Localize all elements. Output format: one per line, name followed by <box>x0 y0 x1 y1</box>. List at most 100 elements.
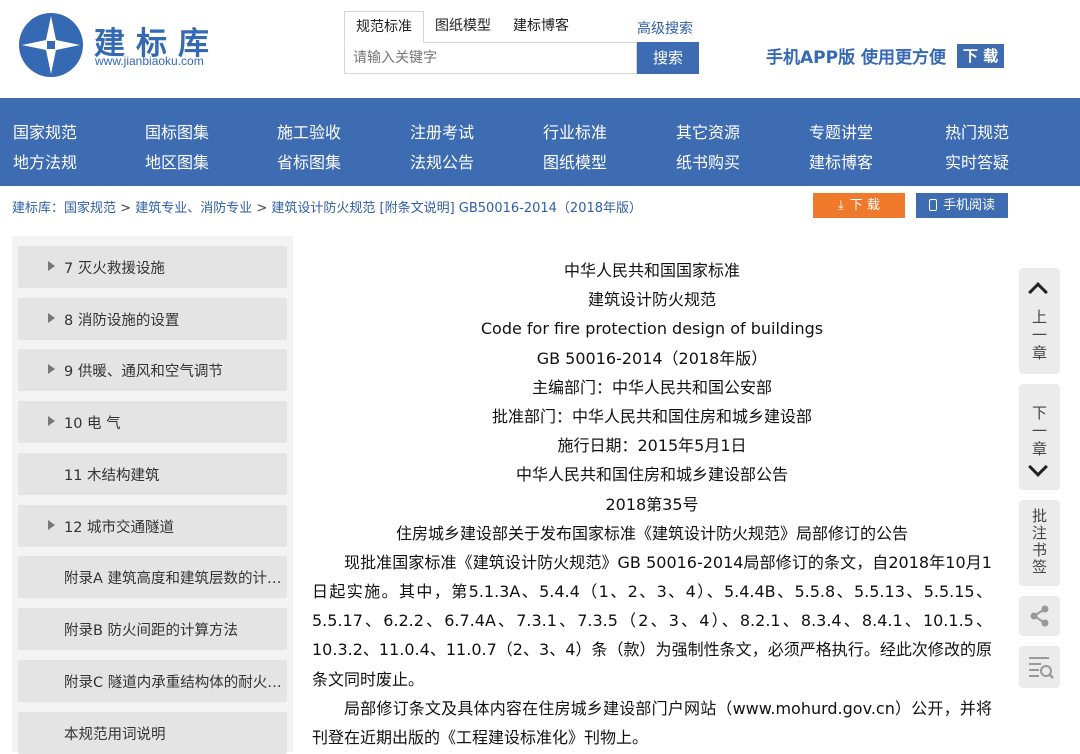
prev-chapter-char: 一 <box>1031 326 1047 344</box>
advanced-search-link[interactable]: 高级搜索 <box>637 18 693 38</box>
nav-item-provincial-atlas[interactable]: 省标图集 <box>277 149 341 173</box>
sidebar-item-appendix-a[interactable]: 附录A 建筑高度和建筑层数的计算方法 <box>18 556 287 598</box>
doc-announcement-title: 住房城乡建设部关于发布国家标准《建筑设计防火规范》局部修订的公告 <box>395 523 908 543</box>
prev-chapter-char: 上 <box>1031 308 1047 326</box>
chevron-up-icon <box>1028 282 1048 302</box>
bookmark-char: 批 <box>1031 507 1047 525</box>
nav-item-popular-codes[interactable]: 热门规范 <box>945 119 1009 143</box>
doc-title: 建筑设计防火规范 <box>587 290 716 310</box>
nav-item-construction-acceptance[interactable]: 施工验收 <box>277 119 341 143</box>
doc-title-english: Code for fire protection design of build… <box>480 319 824 339</box>
expand-triangle-icon <box>48 261 55 271</box>
mobile-read-button[interactable]: 手机阅读 <box>916 193 1008 218</box>
sidebar-item-terminology[interactable]: 本规范用词说明 <box>18 712 287 754</box>
sidebar-item-label: 附录C 隧道内承重结构体的耐火极限试验升温曲线和相应的判定标准 <box>64 675 282 691</box>
prev-chapter-label: 上 一 章 <box>1019 308 1060 362</box>
next-chapter-label: 下 一 章 <box>1019 404 1060 458</box>
expand-triangle-icon <box>48 313 55 323</box>
bookmark-char: 注 <box>1031 524 1047 542</box>
site-header: 建标库 www.jianbiaoku.com 规范标准 图纸模型 建标博客 高级… <box>0 0 1080 98</box>
search-tabs: 规范标准 图纸模型 建标博客 <box>344 11 580 43</box>
breadcrumb-current[interactable]: 建筑设计防火规范 [附条文说明] GB50016-2014（2018年版） <box>271 201 642 216</box>
breadcrumb-item[interactable]: 建筑专业、消防专业 <box>135 201 252 216</box>
nav-item-regional-atlas[interactable]: 地区图集 <box>145 149 209 173</box>
logo-mark-icon <box>19 13 83 77</box>
nav-item-industry-standards[interactable]: 行业标准 <box>543 119 607 143</box>
sidebar-item-chapter-11[interactable]: 11 木结构建筑 <box>18 453 287 495</box>
sidebar-item-chapter-9[interactable]: 9 供暖、通风和空气调节 <box>18 349 287 391</box>
share-icon <box>1030 605 1049 627</box>
sidebar-item-chapter-10[interactable]: 10 电 气 <box>18 401 287 443</box>
main-nav: 国家规范 国标图集 施工验收 注册考试 行业标准 其它资源 专题讲堂 热门规范 … <box>0 98 1080 186</box>
nav-item-regulation-notices[interactable]: 法规公告 <box>410 149 474 173</box>
nav-item-national-codes[interactable]: 国家规范 <box>13 119 77 143</box>
prev-chapter-char: 章 <box>1031 344 1047 362</box>
doc-line-standard-type: 中华人民共和国国家标准 <box>563 261 740 280</box>
find-in-page-icon <box>1029 657 1054 679</box>
sidebar-item-appendix-b[interactable]: 附录B 防火间距的计算方法 <box>18 608 287 650</box>
bookmark-button[interactable]: 批 注 书 签 <box>1019 500 1060 586</box>
site-logo[interactable]: 建标库 www.jianbiaoku.com <box>18 10 228 80</box>
sidebar-item-label: 8 消防设施的设置 <box>64 313 180 329</box>
nav-item-lectures[interactable]: 专题讲堂 <box>809 119 873 143</box>
search-input[interactable] <box>344 42 637 74</box>
sidebar-item-chapter-7[interactable]: 7 灭火救援设施 <box>18 246 287 288</box>
breadcrumb-separator: > <box>116 201 136 216</box>
search-tab-drawings[interactable]: 图纸模型 <box>424 11 502 43</box>
expand-triangle-icon <box>48 520 55 530</box>
sidebar-item-appendix-c[interactable]: 附录C 隧道内承重结构体的耐火极限试验升温曲线和相应的判定标准 <box>18 660 287 702</box>
nav-item-drawing-models[interactable]: 图纸模型 <box>543 149 607 173</box>
search-tab-blog[interactable]: 建标博客 <box>502 11 580 43</box>
bookmark-label: 批 注 书 签 <box>1019 508 1060 576</box>
phone-icon <box>928 199 937 211</box>
nav-item-other-resources[interactable]: 其它资源 <box>676 119 740 143</box>
bookmark-char: 签 <box>1031 558 1047 576</box>
nav-item-blog[interactable]: 建标博客 <box>809 149 873 173</box>
chevron-down-icon <box>1028 457 1048 477</box>
nav-item-national-atlas[interactable]: 国标图集 <box>145 119 209 143</box>
sidebar-item-label: 本规范用词说明 <box>64 727 166 743</box>
doc-effective-date: 施行日期：2015年5月1日 <box>557 436 747 456</box>
search-button[interactable]: 搜索 <box>637 42 699 74</box>
breadcrumb-home[interactable]: 建标库： <box>12 201 64 216</box>
prev-chapter-button[interactable]: 上 一 章 <box>1019 268 1060 374</box>
share-button[interactable] <box>1019 596 1060 636</box>
breadcrumb: 建标库：国家规范 > 建筑专业、消防专业 > 建筑设计防火规范 [附条文说明] … <box>12 197 642 216</box>
next-chapter-char: 下 <box>1031 404 1047 422</box>
next-chapter-char: 一 <box>1031 422 1047 440</box>
breadcrumb-item[interactable]: 国家规范 <box>64 201 116 216</box>
doc-announcement-issuer: 中华人民共和国住房和城乡建设部公告 <box>515 465 788 485</box>
expand-triangle-icon <box>48 416 55 426</box>
app-download-button[interactable]: 下 载 <box>957 44 1004 68</box>
bookmark-char: 书 <box>1031 541 1047 559</box>
nav-item-live-qa[interactable]: 实时答疑 <box>945 149 1009 173</box>
sidebar-item-label: 12 城市交通隧道 <box>64 520 175 536</box>
next-chapter-char: 章 <box>1031 440 1047 458</box>
sidebar-item-chapter-8[interactable]: 8 消防设施的设置 <box>18 298 287 340</box>
sidebar-item-label: 附录B 防火间距的计算方法 <box>64 623 239 639</box>
nav-item-local-regulations[interactable]: 地方法规 <box>13 149 77 173</box>
breadcrumb-separator: > <box>252 201 272 216</box>
doc-announcement-number: 2018第35号 <box>605 494 699 514</box>
search-tab-standards[interactable]: 规范标准 <box>344 11 424 43</box>
chapter-sidebar: 7 灭火救援设施 8 消防设施的设置 9 供暖、通风和空气调节 10 电 气 1… <box>12 236 293 754</box>
expand-triangle-icon <box>48 364 55 374</box>
doc-paragraph: 现批准国家标准《建筑设计防火规范》GB 50016-2014局部修订的条文，自2… <box>312 552 992 689</box>
find-in-page-button[interactable] <box>1019 646 1060 688</box>
doc-paragraph: 局部修订条文及具体内容在住房城乡建设部门户网站（www.mohurd.gov.c… <box>312 698 992 748</box>
doc-chief-editor: 主编部门：中华人民共和国公安部 <box>531 377 772 397</box>
sidebar-item-chapter-12[interactable]: 12 城市交通隧道 <box>18 505 287 547</box>
sidebar-item-label: 9 供暖、通风和空气调节 <box>64 364 223 380</box>
doc-code: GB 50016-2014（2018年版） <box>536 348 768 368</box>
sidebar-item-label: 附录A 建筑高度和建筑层数的计算方法 <box>64 571 282 587</box>
nav-item-book-purchase[interactable]: 纸书购买 <box>676 149 740 173</box>
download-button[interactable]: ⤓ 下 载 <box>813 193 905 218</box>
sidebar-item-label: 10 电 气 <box>64 416 121 432</box>
app-promo-text[interactable]: 手机APP版 使用更方便 <box>766 43 946 68</box>
document-content: 中华人民共和国国家标准 建筑设计防火规范 Code for fire prote… <box>312 256 992 752</box>
download-icon: ⤓ <box>838 198 844 213</box>
doc-approver: 批准部门：中华人民共和国住房和城乡建设部 <box>491 406 812 426</box>
next-chapter-button[interactable]: 下 一 章 <box>1019 384 1060 490</box>
nav-item-registration-exam[interactable]: 注册考试 <box>410 119 474 143</box>
logo-url: www.jianbiaoku.com <box>95 54 204 68</box>
